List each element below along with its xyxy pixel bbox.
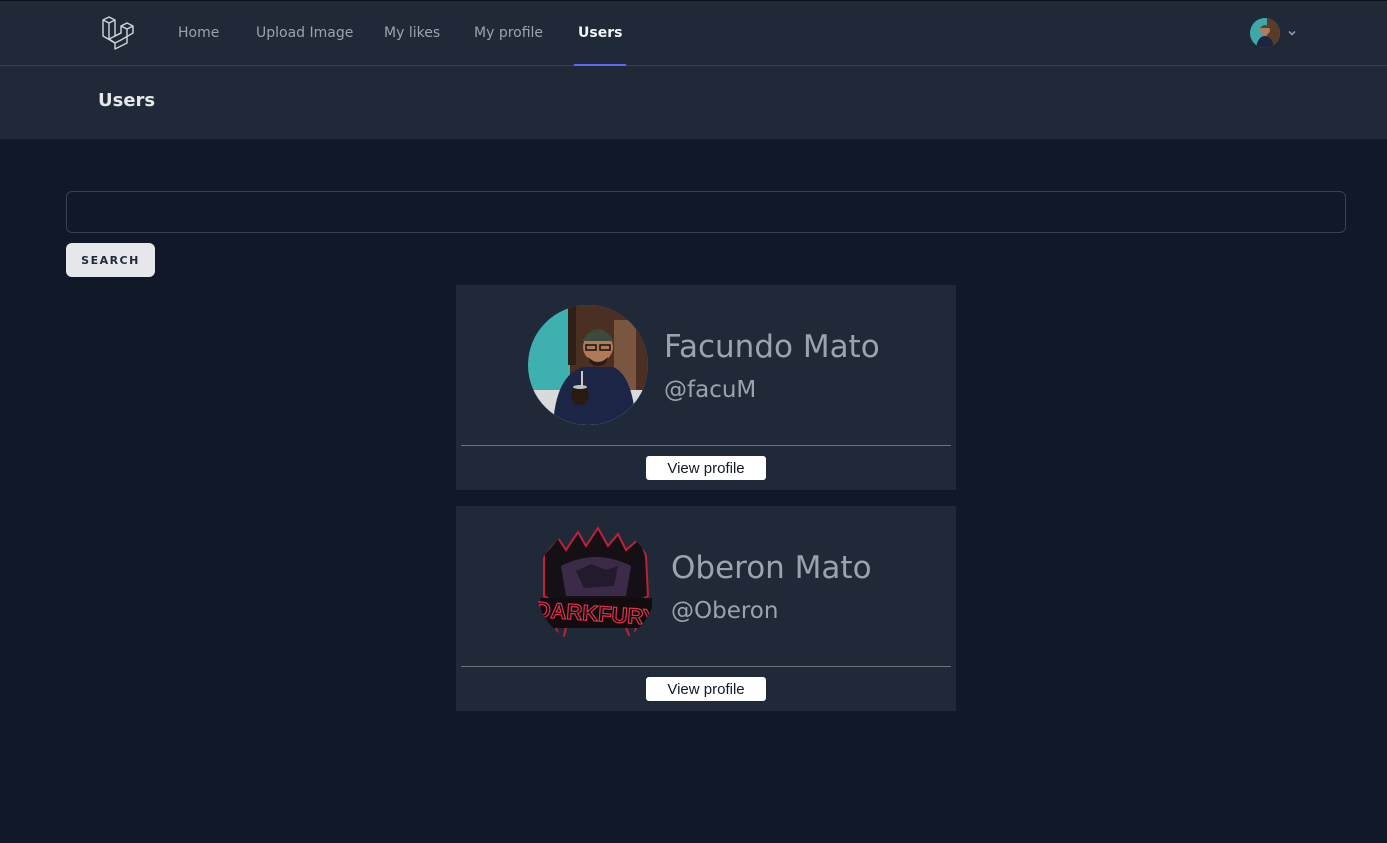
search-button[interactable]: SEARCH <box>66 243 155 277</box>
user-username: @Oberon <box>671 598 779 624</box>
user-card: DARKFURY Oberon Mato @Oberon View profil… <box>456 506 956 711</box>
page-title: Users <box>98 90 156 111</box>
nav-link-users[interactable]: Users <box>574 1 627 66</box>
chevron-down-icon[interactable] <box>1286 27 1298 39</box>
nav-link-upload-image[interactable]: Upload Image <box>252 1 357 66</box>
card-divider <box>461 445 951 446</box>
user-username: @facuM <box>664 377 757 403</box>
view-profile-button[interactable]: View profile <box>646 677 766 701</box>
card-divider <box>461 666 951 667</box>
view-profile-button[interactable]: View profile <box>646 456 766 480</box>
avatar[interactable] <box>1250 18 1280 48</box>
user-name: Oberon Mato <box>671 550 872 586</box>
user-name: Facundo Mato <box>664 329 880 365</box>
user-menu[interactable] <box>1250 17 1298 49</box>
user-avatar[interactable]: DARKFURY <box>536 526 656 646</box>
laravel-logo[interactable] <box>100 16 134 50</box>
user-card: Facundo Mato @facuM View profile <box>456 285 956 490</box>
nav-link-my-profile[interactable]: My profile <box>470 1 547 66</box>
page-header: Users <box>0 66 1387 139</box>
nav-link-my-likes[interactable]: My likes <box>380 1 444 66</box>
top-navigation: Home Upload Image My likes My profile Us… <box>0 0 1387 66</box>
user-avatar[interactable] <box>528 305 648 425</box>
search-input[interactable] <box>66 191 1346 233</box>
nav-link-home[interactable]: Home <box>174 1 223 66</box>
